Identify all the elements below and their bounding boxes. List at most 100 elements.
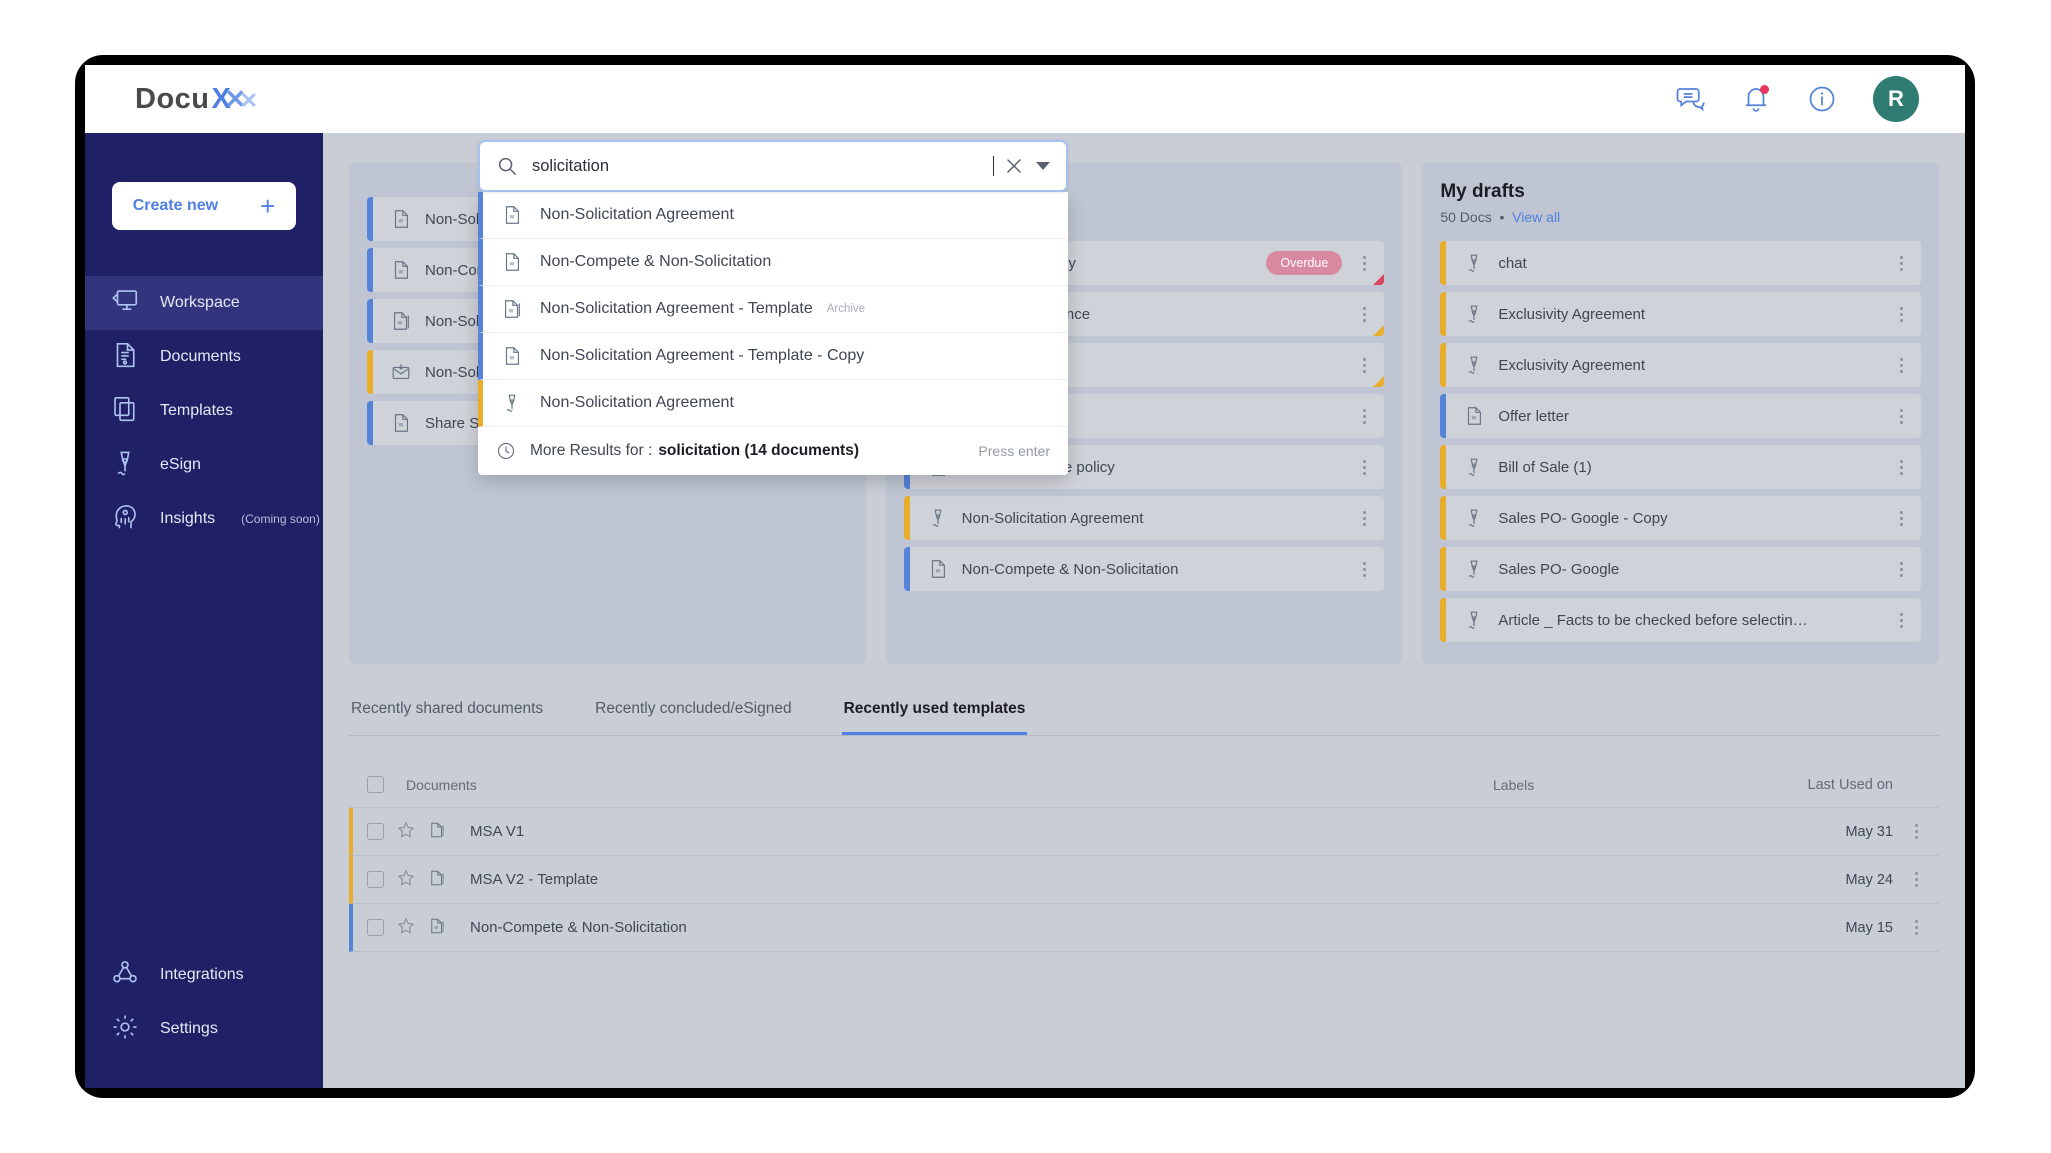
search-result-item[interactable]: w Non-Solicitation Agreement - Template … <box>478 333 1068 380</box>
card-row-name: Exclusivity Agreement <box>1498 305 1646 323</box>
row-menu-icon[interactable] <box>1893 255 1909 271</box>
row-checkbox[interactable] <box>367 919 384 936</box>
search-result-item[interactable]: Non-Solicitation Agreement <box>478 380 1068 427</box>
received-doc-icon <box>390 361 412 383</box>
select-all-checkbox[interactable] <box>367 776 384 793</box>
card-row[interactable]: Exclusivity Agreement <box>1440 343 1922 387</box>
search-result-item[interactable]: w Non-Solicitation Agreement <box>478 192 1068 239</box>
row-menu-icon[interactable] <box>1356 459 1372 475</box>
row-checkbox[interactable] <box>367 871 384 888</box>
templates-icon <box>110 394 140 429</box>
sidebar-nav: Workspace Documents Templates eSign Insi… <box>85 276 323 546</box>
table-row[interactable]: w Non-Compete & Non-Solicitation May 15 <box>349 904 1939 952</box>
avatar[interactable]: R <box>1873 76 1919 122</box>
tab-recently-shared[interactable]: Recently shared documents <box>349 692 545 735</box>
sidebar-item-label: Insights <box>160 510 216 527</box>
search-result-label: Non-Solicitation Agreement <box>540 394 734 411</box>
row-menu-icon[interactable] <box>1893 920 1939 935</box>
more-results-row[interactable]: More Results for : solicitation (14 docu… <box>478 427 1068 475</box>
create-new-button[interactable]: Create new + <box>112 182 296 230</box>
search-result-label: Non-Compete & Non-Solicitation <box>540 253 772 270</box>
row-checkbox[interactable] <box>367 823 384 840</box>
bell-icon[interactable] <box>1741 84 1771 114</box>
search-result-label: Non-Solicitation Agreement <box>540 206 734 223</box>
sidebar-item-label: Workspace <box>160 294 240 311</box>
table-row-date: May 24 <box>1845 871 1893 888</box>
row-menu-icon[interactable] <box>1356 306 1372 322</box>
card-row[interactable]: Bill of Sale (1) <box>1440 445 1922 489</box>
table-row-name: MSA V1 <box>470 823 525 840</box>
star-icon[interactable] <box>396 916 418 940</box>
close-icon[interactable] <box>1002 154 1026 178</box>
corner-flag <box>1373 325 1385 336</box>
table-header: Documents Labels Last Used on <box>349 762 1939 808</box>
sidebar: Create new + Workspace Documents Templat… <box>85 133 323 1088</box>
row-menu-icon[interactable] <box>1356 510 1372 526</box>
search-input[interactable]: solicitation <box>532 157 994 176</box>
table-row[interactable]: MSA V1 May 31 <box>349 808 1939 856</box>
row-menu-icon[interactable] <box>1893 872 1939 887</box>
card-row[interactable]: w Non-Compete & Non-Solicitation <box>903 547 1385 591</box>
row-menu-icon[interactable] <box>1893 824 1939 839</box>
plus-icon: + <box>260 191 276 221</box>
card-row-name: Exclusivity Agreement <box>1498 356 1646 374</box>
search-result-item[interactable]: w Non-Compete & Non-Solicitation <box>478 239 1068 286</box>
svg-text:w: w <box>509 355 515 362</box>
card-row[interactable]: Non-Solicitation Agreement <box>903 496 1385 540</box>
device-frame: Docu X ✕ ✕ R Create new + Workspace Docu… <box>75 55 1975 1098</box>
card-subtitle: 50 Docs • View all <box>1440 209 1561 225</box>
card-row[interactable]: Sales PO- Google <box>1440 547 1922 591</box>
row-menu-icon[interactable] <box>1893 459 1909 475</box>
more-results-prefix: More Results for : <box>530 442 653 459</box>
svg-text:w: w <box>398 422 404 429</box>
table-row[interactable]: MSA V2 - Template May 24 <box>349 856 1939 904</box>
search-icon <box>496 155 518 177</box>
search-box[interactable]: solicitation <box>478 140 1068 192</box>
card-row-name: Sales PO- Google - Copy <box>1498 509 1668 527</box>
card-row[interactable]: Sales PO- Google - Copy <box>1440 496 1922 540</box>
chevron-down-icon[interactable] <box>1036 162 1050 170</box>
search-result-label: Non-Solicitation Agreement - Template - … <box>540 347 865 364</box>
view-all-link[interactable]: View all <box>1512 209 1560 225</box>
sidebar-item-insights[interactable]: Insights (Coming soon) <box>85 492 323 546</box>
sidebar-item-esign[interactable]: eSign <box>85 438 323 492</box>
search-result-tag: Archive <box>826 303 866 315</box>
tab-recently-concluded[interactable]: Recently concluded/eSigned <box>593 692 793 735</box>
info-icon[interactable] <box>1807 84 1837 114</box>
sidebar-item-documents[interactable]: Documents <box>85 330 323 384</box>
card-row[interactable]: chat <box>1440 241 1922 285</box>
card-row[interactable]: Exclusivity Agreement <box>1440 292 1922 336</box>
star-icon[interactable] <box>396 820 418 844</box>
sidebar-item-workspace[interactable]: Workspace <box>85 276 323 330</box>
row-menu-icon[interactable] <box>1356 357 1372 373</box>
row-menu-icon[interactable] <box>1893 408 1909 424</box>
row-menu-icon[interactable] <box>1893 357 1909 373</box>
row-menu-icon[interactable] <box>1356 408 1372 424</box>
tab-recently-used-templates[interactable]: Recently used templates <box>841 692 1028 735</box>
search-result-item[interactable]: w Non-Solicitation Agreement - Template … <box>478 286 1068 333</box>
row-menu-icon[interactable] <box>1356 255 1372 271</box>
app-logo[interactable]: Docu X ✕ ✕ <box>135 83 259 116</box>
star-icon[interactable] <box>396 868 418 892</box>
table-row-name: MSA V2 - Template <box>470 871 599 888</box>
sidebar-item-integrations[interactable]: Integrations <box>85 948 323 1002</box>
chat-icon[interactable] <box>1675 84 1705 114</box>
row-menu-icon[interactable] <box>1893 306 1909 322</box>
sidebar-item-settings[interactable]: Settings <box>85 1002 323 1056</box>
document-icon <box>110 340 140 375</box>
corner-flag <box>1373 376 1385 387</box>
row-menu-icon[interactable] <box>1893 561 1909 577</box>
row-menu-icon[interactable] <box>1356 561 1372 577</box>
insights-icon <box>110 502 140 537</box>
row-menu-icon[interactable] <box>1893 510 1909 526</box>
esign-pen-icon <box>501 392 523 414</box>
card-row[interactable]: w Offer letter <box>1440 394 1922 438</box>
corner-flag <box>1373 274 1385 285</box>
word-doc-icon: w <box>927 558 949 580</box>
notification-badge-dot <box>1760 85 1769 94</box>
word-doc-icon: w <box>1463 405 1485 427</box>
card-row[interactable]: Article _ Facts to be checked before sel… <box>1440 598 1922 642</box>
sidebar-item-templates[interactable]: Templates <box>85 384 323 438</box>
row-menu-icon[interactable] <box>1893 612 1909 628</box>
sidebar-item-label: Integrations <box>160 966 244 983</box>
